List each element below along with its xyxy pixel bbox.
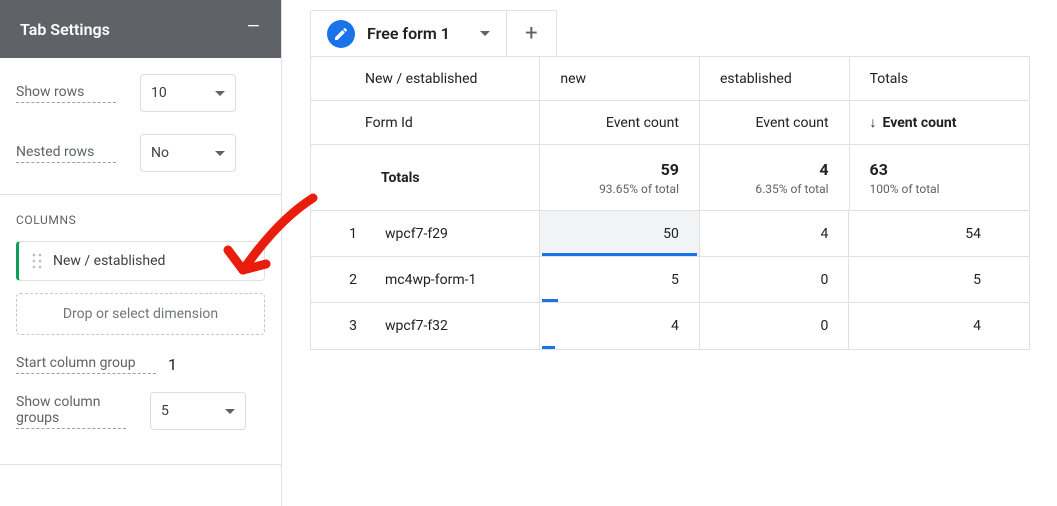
totals-total-pct: 100% of total (870, 182, 940, 196)
totals-label: Totals (381, 170, 420, 186)
totals-total-count: 63 (870, 160, 888, 179)
totals-est-count: 4 (819, 160, 828, 179)
sort-column[interactable]: ↓ Event count (870, 114, 957, 131)
show-column-groups-label: Show column groups (16, 394, 126, 429)
cell-new: 50 (663, 226, 679, 242)
arrow-down-icon: ↓ (870, 114, 877, 131)
nested-rows-label: Nested rows (16, 144, 116, 163)
show-rows-label: Show rows (16, 84, 116, 103)
col-header-totals: Totals (870, 71, 909, 87)
tab-strip: Free form 1 + (310, 10, 1030, 56)
cell-est: 4 (821, 226, 829, 242)
form-id: mc4wp-form-1 (385, 272, 476, 288)
form-id: wpcf7-f32 (385, 318, 448, 334)
cell-total: 5 (973, 272, 981, 288)
panel-title: Tab Settings (20, 20, 110, 39)
cell-new: 4 (671, 318, 679, 334)
row-index: 3 (341, 318, 357, 334)
data-table: New / established new established Totals… (310, 56, 1030, 350)
start-column-group-label: Start column group (16, 355, 156, 374)
table-row[interactable]: 2 mc4wp-form-1 5 0 5 (311, 257, 1029, 303)
add-tab-button[interactable]: + (507, 10, 557, 56)
totals-new-pct: 93.65% of total (599, 182, 679, 196)
nested-rows-select[interactable]: No (140, 134, 236, 172)
col-header-new[interactable]: new (560, 71, 586, 87)
cell-est: 0 (821, 318, 829, 334)
collapse-icon[interactable]: − (246, 14, 261, 44)
report-area: Free form 1 + New / established new esta… (310, 10, 1030, 350)
metric-header-total: Event count (883, 115, 957, 131)
row-index: 1 (341, 226, 357, 242)
cell-total: 4 (973, 318, 981, 334)
metric-header-new[interactable]: Event count (606, 115, 679, 131)
drop-dimension-zone[interactable]: Drop or select dimension (16, 293, 265, 335)
start-column-group-value: 1 (168, 355, 177, 374)
tab-free-form-1[interactable]: Free form 1 (310, 10, 507, 56)
panel-header: Tab Settings − (0, 0, 281, 58)
chevron-down-icon (215, 91, 225, 96)
bar-indicator (542, 299, 558, 302)
column-chip-label: New / established (53, 253, 165, 269)
chevron-down-icon (225, 409, 235, 414)
bar-indicator (542, 346, 555, 349)
row-index: 2 (341, 272, 357, 288)
edit-icon (327, 20, 355, 48)
show-rows-value: 10 (151, 85, 167, 101)
chevron-down-icon[interactable] (480, 31, 490, 36)
drop-zone-label: Drop or select dimension (63, 306, 218, 322)
show-column-groups-value: 5 (161, 403, 169, 419)
totals-new-count: 59 (661, 160, 679, 179)
show-column-groups-select[interactable]: 5 (150, 392, 246, 430)
table-row[interactable]: 1 wpcf7-f29 50 4 54 (311, 211, 1029, 257)
drag-handle-icon[interactable] (31, 252, 43, 270)
bar-indicator (542, 253, 697, 256)
col-header-established[interactable]: established (720, 71, 792, 87)
form-id: wpcf7-f29 (385, 226, 448, 242)
totals-est-pct: 6.35% of total (755, 182, 828, 196)
table-row[interactable]: 3 wpcf7-f32 4 0 4 (311, 303, 1029, 349)
chevron-down-icon (215, 151, 225, 156)
tab-settings-panel: Tab Settings − Show rows 10 Nested rows … (0, 0, 282, 506)
column-chip-new-established[interactable]: New / established (16, 241, 265, 281)
row-header: Form Id (365, 115, 413, 131)
show-rows-select[interactable]: 10 (140, 74, 236, 112)
columns-section-label: COLUMNS (16, 213, 265, 227)
tab-label: Free form 1 (367, 24, 450, 43)
dimension-header: New / established (365, 71, 477, 87)
cell-est: 0 (821, 272, 829, 288)
metric-header-est[interactable]: Event count (756, 115, 829, 131)
nested-rows-value: No (151, 145, 169, 161)
cell-total: 54 (965, 226, 981, 242)
cell-new: 5 (671, 272, 679, 288)
